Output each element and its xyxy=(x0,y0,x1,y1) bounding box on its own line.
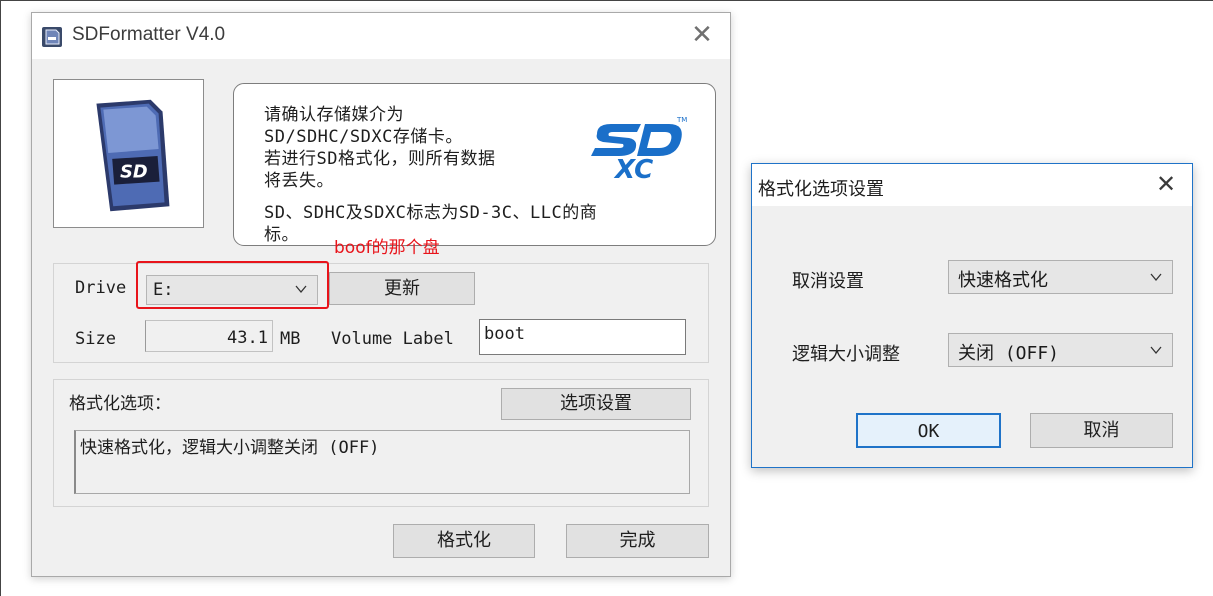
chevron-down-icon xyxy=(1150,346,1162,355)
chevron-down-icon xyxy=(1150,273,1162,282)
format-options-summary-text: 快速格式化，逻辑大小调整关闭 (OFF) xyxy=(80,438,380,458)
size-adjust-select[interactable]: 关闭 (OFF) xyxy=(948,333,1173,367)
window-title: SDFormatter V4.0 xyxy=(72,24,226,45)
options-settings-button[interactable]: 选项设置 xyxy=(501,388,691,420)
red-highlight-box xyxy=(136,261,329,309)
format-button[interactable]: 格式化 xyxy=(393,524,535,558)
sd-card-image: SD xyxy=(53,79,204,228)
format-type-select[interactable]: 快速格式化 xyxy=(948,260,1173,294)
page-border-left xyxy=(0,0,1,596)
close-icon[interactable]: ✕ xyxy=(690,22,714,48)
title-bar[interactable]: SDFormatter V4.0 ✕ xyxy=(32,13,730,59)
done-button[interactable]: 完成 xyxy=(566,524,709,558)
refresh-button[interactable]: 更新 xyxy=(329,272,475,305)
volume-label-input[interactable]: boot xyxy=(479,319,686,355)
info-line: 将丢失。 xyxy=(264,171,334,191)
ok-button[interactable]: OK xyxy=(856,413,1001,448)
info-line: SD、SDHC及SDXC标志为SD-3C、LLC的商 xyxy=(264,203,598,223)
size-unit: MB xyxy=(280,329,301,349)
page-border-top xyxy=(0,0,1213,1)
volume-value: boot xyxy=(484,324,525,344)
size-value: 43.1 xyxy=(227,328,268,348)
format-type-value: 快速格式化 xyxy=(958,270,1048,291)
size-adjust-label: 逻辑大小调整 xyxy=(792,344,900,365)
red-annotation-text: boof的那个盘 xyxy=(334,238,440,258)
size-field: 43.1 xyxy=(145,320,273,352)
close-icon[interactable]: ✕ xyxy=(1154,172,1178,196)
svg-text:XC: XC xyxy=(613,155,653,180)
size-label: Size xyxy=(75,329,116,349)
sd-card-graphic: SD xyxy=(96,99,170,212)
cancel-button[interactable]: 取消 xyxy=(1030,413,1173,448)
sd-card-app-icon xyxy=(42,27,62,47)
info-line: 标。 xyxy=(264,225,299,245)
sdformatter-window: SDFormatter V4.0 ✕ SD 请确认存储媒介为 SD/SDHC/S… xyxy=(31,12,731,577)
format-options-summary: 快速格式化，逻辑大小调整关闭 (OFF) xyxy=(74,430,690,494)
format-options-dialog: 格式化选项设置 ✕ 取消设置 快速格式化 逻辑大小调整 关闭 (OFF) OK … xyxy=(751,163,1193,468)
dialog-title: 格式化选项设置 xyxy=(758,179,884,200)
size-adjust-value: 关闭 (OFF) xyxy=(958,343,1060,364)
sdxc-logo: TM XC xyxy=(591,116,687,180)
info-panel: 请确认存储媒介为 SD/SDHC/SDXC存储卡。 若进行SD格式化，则所有数据… xyxy=(233,83,716,246)
svg-text:TM: TM xyxy=(676,116,687,124)
format-options-label: 格式化选项： xyxy=(69,394,171,414)
format-type-label: 取消设置 xyxy=(792,271,864,292)
volume-label: Volume Label xyxy=(331,329,454,349)
drive-label: Drive xyxy=(75,278,127,298)
dialog-title-bar[interactable]: 格式化选项设置 ✕ xyxy=(752,164,1192,206)
svg-text:SD: SD xyxy=(120,163,148,183)
